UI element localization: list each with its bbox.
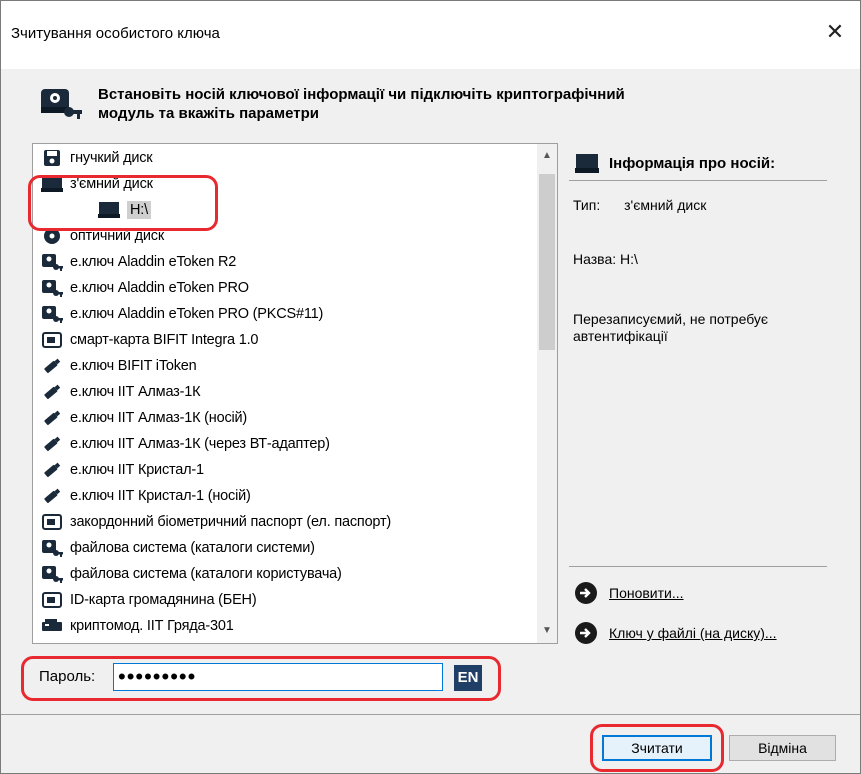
device-item-selected[interactable]: H:\ [97, 197, 557, 223]
usb-token-icon [40, 408, 64, 428]
divider [1, 714, 860, 715]
name-value: H:\ [620, 251, 638, 267]
title-bar: Зчитування особистого ключа ✕ [1, 1, 860, 69]
device-item[interactable]: смарт-карта BIFIT Integra 1.0 [40, 327, 540, 353]
device-item-label: е.ключ ІІТ Кристал-1 (носій) [70, 488, 251, 504]
device-item-label: криптомод. ІІТ Гряда-301 [70, 618, 234, 634]
scrollbar-thumb[interactable] [539, 174, 555, 350]
usb-token-icon [40, 460, 64, 480]
device-item[interactable]: гнучкий диск [40, 145, 540, 171]
device-item-label: з'ємний диск [70, 176, 153, 192]
usb-token-icon [40, 382, 64, 402]
device-item-label: файлова система (каталоги системи) [70, 540, 315, 556]
device-list[interactable]: криптомод. ІІТ Гряда-301 ID-карта громадя… [32, 143, 558, 644]
device-item-label: е.ключ ІІТ Кристал-1 [70, 462, 204, 478]
name-label: Назва: [573, 251, 617, 267]
info-title: Інформація про носій: [609, 154, 776, 172]
device-item[interactable]: е.ключ ІІТ Алмаз-1К (носій) [40, 405, 540, 431]
device-item-label: ID-карта громадянина (БЕН) [70, 592, 257, 608]
key-media-icon [40, 538, 64, 558]
device-item-label: оптичний диск [70, 228, 165, 244]
scroll-up-icon[interactable]: ▲ [537, 144, 557, 168]
device-item-label: H:\ [127, 201, 151, 219]
device-item[interactable]: е.ключ Aladdin eToken PRO (PKCS#11) [40, 301, 540, 327]
window-title: Зчитування особистого ключа [11, 25, 220, 42]
device-item-label: е.ключ Aladdin eToken R2 [70, 254, 237, 270]
refresh-link-label[interactable]: Поновити... [609, 585, 684, 601]
list-scrollbar[interactable]: ▲ ▼ [537, 144, 557, 643]
read-button[interactable]: Зчитати [602, 735, 712, 761]
arrow-right-icon [575, 582, 597, 604]
device-item-label: е.ключ BIFIT iToken [70, 358, 197, 374]
close-icon[interactable]: ✕ [820, 17, 850, 47]
password-label: Пароль: [39, 668, 96, 685]
device-item[interactable]: е.ключ Aladdin eToken R2 [40, 249, 540, 275]
crypto-module-icon [40, 616, 64, 636]
description-line-2: автентифікації [573, 328, 668, 344]
usb-token-icon [40, 356, 64, 376]
key-media-icon [40, 252, 64, 272]
device-item[interactable]: файлова система (каталоги системи) [40, 535, 540, 561]
device-item-label: смарт-карта BIFIT Integra 1.0 [70, 332, 259, 348]
device-item[interactable]: закордонний біометричний паспорт (ел. па… [40, 509, 540, 535]
device-item[interactable]: файлова система (каталоги користувача) [40, 561, 540, 587]
device-item-label: закордонний біометричний паспорт (ел. па… [70, 514, 392, 530]
instruction-line-1: Встановіть носій ключової інформації чи … [98, 86, 625, 103]
key-media-icon [40, 304, 64, 324]
type-label: Тип: [573, 197, 601, 213]
device-item[interactable]: е.ключ Aladdin eToken PRO [40, 275, 540, 301]
device-item[interactable]: е.ключ ІІТ Кристал-1 [40, 457, 540, 483]
device-item[interactable]: ID-карта громадянина (БЕН) [40, 587, 540, 613]
smartcard-icon [40, 512, 64, 532]
device-item[interactable]: з'ємний диск [40, 171, 540, 197]
device-item[interactable]: оптичний диск [40, 223, 540, 249]
divider [569, 180, 827, 181]
device-item[interactable]: е.ключ ІІТ Кристал-1 (носій) [40, 483, 540, 509]
device-item-label: е.ключ ІІТ Алмаз-1К [70, 384, 201, 400]
optical-disc-icon [40, 226, 64, 246]
device-item[interactable]: е.ключ BIFIT iToken [40, 353, 540, 379]
usb-token-icon [40, 486, 64, 506]
device-item[interactable]: е.ключ ІІТ Алмаз-1К [40, 379, 540, 405]
device-item-label: файлова система (каталоги користувача) [70, 566, 342, 582]
key-media-icon [40, 564, 64, 584]
drive-icon [97, 200, 121, 220]
type-value: з'ємний диск [624, 197, 707, 213]
password-field[interactable]: ••••••••• [113, 663, 443, 691]
file-key-link[interactable]: Ключ у файлі (на диску)... [575, 622, 777, 644]
device-item-label: е.ключ Aladdin eToken PRO (PKCS#11) [70, 306, 324, 322]
smartcard-icon [40, 590, 64, 610]
media-info-heading: Інформація про носій: [575, 152, 775, 174]
floppy-icon [40, 148, 64, 168]
device-item-label: е.ключ ІІТ Алмаз-1К (носій) [70, 410, 248, 426]
device-item-label: гнучкий диск [70, 150, 153, 166]
divider [569, 566, 827, 567]
refresh-link[interactable]: Поновити... [575, 582, 684, 604]
scroll-down-icon[interactable]: ▼ [537, 619, 557, 643]
device-item[interactable]: криптомод. ІІТ Гряда-301 [40, 613, 540, 639]
removable-drive-icon [40, 174, 64, 194]
arrow-right-icon [575, 622, 597, 644]
info-name: Назва: H:\ [573, 251, 638, 267]
key-media-icon [39, 85, 83, 127]
instruction-line-2: модуль та вкажіть параметри [98, 105, 319, 122]
dialog-window: Зчитування особистого ключа ✕ Встановіть… [0, 0, 861, 774]
device-item-label: е.ключ Aladdin eToken PRO [70, 280, 249, 296]
info-description: Перезаписуємий, не потребує автентифікац… [573, 311, 768, 345]
instruction-heading: Встановіть носій ключової інформації чи … [98, 85, 798, 123]
keyboard-language-indicator[interactable]: EN [454, 665, 482, 691]
device-item[interactable]: е.ключ ІІТ Алмаз-1К (через ВТ-адаптер) [40, 431, 540, 457]
removable-drive-icon [575, 154, 599, 173]
cancel-button[interactable]: Відміна [729, 735, 836, 761]
key-media-icon [40, 278, 64, 298]
smartcard-icon [40, 330, 64, 350]
description-line-1: Перезаписуємий, не потребує [573, 311, 769, 327]
file-key-link-label[interactable]: Ключ у файлі (на диску)... [609, 625, 777, 641]
usb-token-icon [40, 434, 64, 454]
info-type: Тип: з'ємний диск [573, 197, 706, 213]
device-item-label: е.ключ ІІТ Алмаз-1К (через ВТ-адаптер) [70, 436, 330, 452]
